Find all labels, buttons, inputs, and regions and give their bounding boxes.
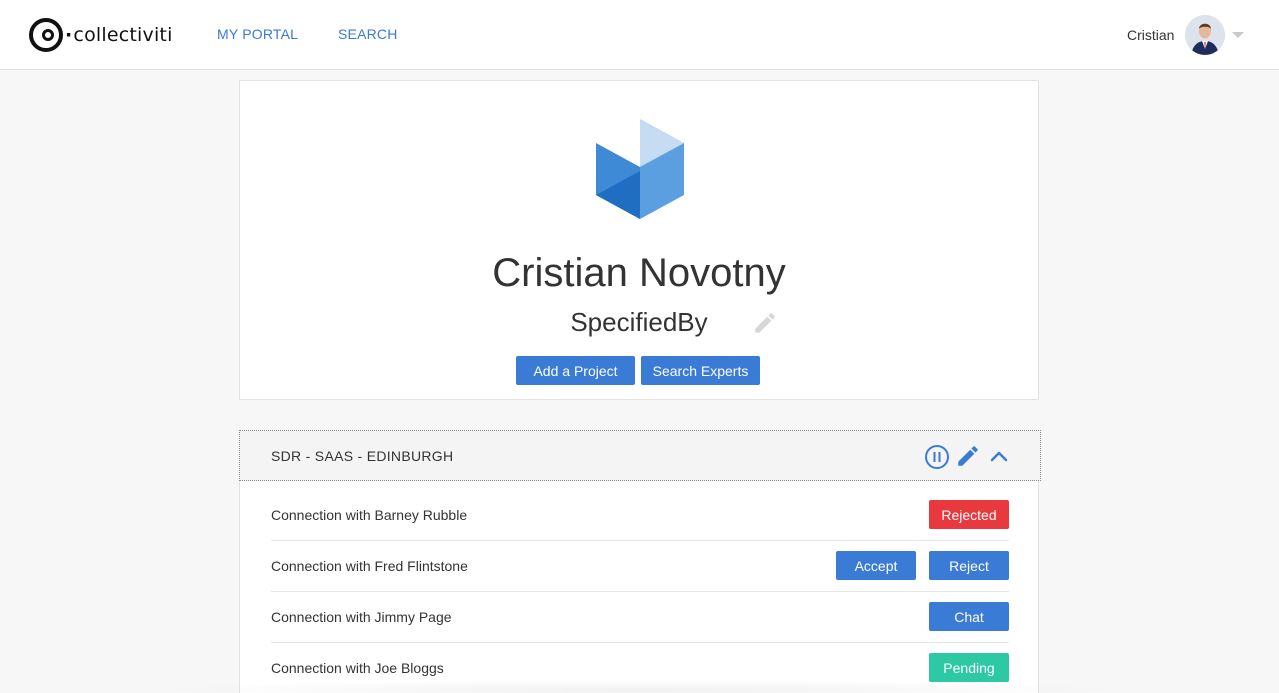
bottom-shadow bbox=[150, 680, 1130, 693]
accept-button[interactable]: Accept bbox=[836, 551, 916, 580]
connection-row: Connection with Jimmy Page Chat bbox=[271, 592, 1009, 643]
nav-my-portal[interactable]: MY PORTAL bbox=[217, 26, 298, 42]
collectiviti-logo[interactable]: collectiviti bbox=[29, 18, 173, 52]
search-experts-button[interactable]: Search Experts bbox=[641, 356, 760, 385]
status-badge-rejected: Rejected bbox=[929, 500, 1009, 529]
connection-row: Connection with Barney Rubble Rejected bbox=[271, 490, 1009, 541]
nav-search[interactable]: SEARCH bbox=[338, 26, 398, 42]
status-badge-pending: Pending bbox=[929, 653, 1009, 682]
connection-label: Connection with Barney Rubble bbox=[271, 507, 468, 523]
top-navigation-bar: collectiviti MY PORTAL SEARCH Cristian bbox=[0, 0, 1279, 70]
project-title: SDR - SAAS - EDINBURGH bbox=[271, 448, 454, 464]
profile-name: Cristian Novotny bbox=[492, 251, 786, 295]
reject-button[interactable]: Reject bbox=[929, 551, 1009, 580]
user-avatar[interactable] bbox=[1185, 15, 1225, 55]
profile-card: Cristian Novotny SpecifiedBy Add a Proje… bbox=[239, 80, 1039, 400]
project-card: SDR - SAAS - EDINBURGH Connection with B… bbox=[239, 430, 1041, 693]
pause-icon[interactable] bbox=[924, 444, 950, 470]
connection-label: Connection with Fred Flintstone bbox=[271, 558, 468, 574]
edit-project-icon[interactable] bbox=[955, 443, 981, 469]
connection-row: Connection with Fred Flintstone Accept R… bbox=[271, 541, 1009, 592]
add-project-button[interactable]: Add a Project bbox=[516, 356, 635, 385]
logo-mark-icon bbox=[29, 18, 69, 52]
chevron-down-icon[interactable] bbox=[1232, 32, 1244, 38]
logo-text: collectiviti bbox=[65, 24, 173, 46]
edit-pencil-icon[interactable] bbox=[752, 310, 778, 336]
cube-icon bbox=[594, 119, 686, 223]
project-header[interactable]: SDR - SAAS - EDINBURGH bbox=[239, 430, 1041, 481]
connection-label: Connection with Jimmy Page bbox=[271, 609, 452, 625]
chat-button[interactable]: Chat bbox=[929, 602, 1009, 631]
user-name[interactable]: Cristian bbox=[1127, 27, 1174, 43]
chevron-up-icon[interactable] bbox=[988, 445, 1010, 467]
company-name: SpecifiedBy bbox=[570, 307, 708, 337]
